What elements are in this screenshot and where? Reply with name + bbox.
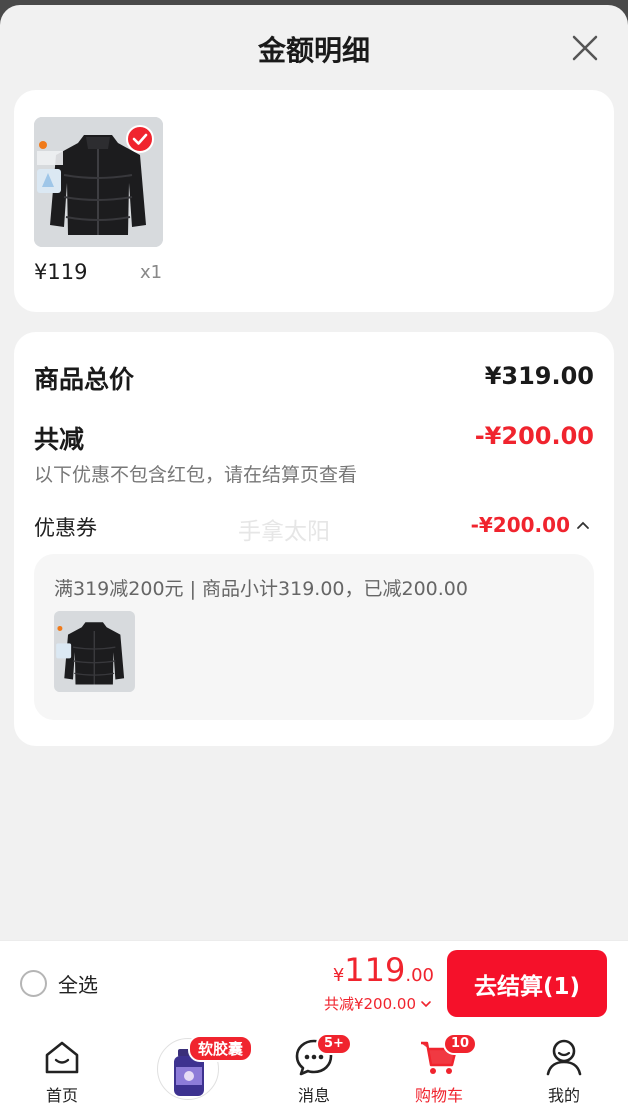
cart-icon: 10 (419, 1033, 478, 1077)
selected-check-icon[interactable] (126, 125, 154, 153)
coupon-toggle[interactable]: -¥200.00 (471, 513, 590, 537)
total-price-value: ¥319.00 (484, 362, 594, 390)
chevron-down-icon (421, 1000, 431, 1007)
checkout-total-price: ¥ 119 .00 (333, 951, 434, 989)
close-icon[interactable] (566, 29, 604, 67)
tab-me-label: 我的 (547, 1086, 580, 1105)
checkout-bar: 全选 ¥ 119 .00 共减¥200.00 去结算(1) (0, 940, 628, 1024)
coupon-value: -¥200.00 (470, 513, 570, 537)
reduce-note: 以下优惠不包含红包，请在结算页查看 (34, 464, 358, 486)
bottom-tab-bar: 首页 软胶囊 5+ 消息 10 购物车 我的 (0, 1024, 628, 1110)
watermark-text: 手拿太阳 (238, 519, 330, 545)
select-all-radio[interactable] (20, 970, 47, 997)
checkout-reduce-toggle[interactable]: 共减¥200.00 (324, 993, 432, 1014)
tab-messages-label: 消息 (297, 1086, 330, 1105)
price-integer: 119 (344, 951, 406, 989)
home-icon (42, 1037, 82, 1077)
total-price-label: 商品总价 (34, 365, 135, 394)
product-image[interactable] (34, 117, 163, 247)
reduce-value: -¥200.00 (474, 422, 594, 450)
price-decimal: .00 (405, 965, 434, 986)
coupon-rule-text: 满319减200元 | 商品小计319.00，已减200.00 (54, 578, 468, 600)
tab-messages[interactable]: 5+ 消息 (264, 1024, 364, 1110)
currency-symbol: ¥ (332, 965, 345, 986)
checkout-button[interactable]: 去结算(1) (447, 950, 607, 1017)
product-price: ¥119 (34, 260, 88, 284)
tab-cart-label: 购物车 (414, 1086, 463, 1105)
select-all-label: 全选 (58, 973, 98, 997)
tab-home[interactable]: 首页 (12, 1024, 112, 1110)
cart-badge: 10 (443, 1033, 478, 1055)
jacket-image (54, 611, 135, 692)
coupon-product-image (54, 611, 135, 692)
tab-cart[interactable]: 10 购物车 (389, 1024, 489, 1110)
reduce-label: 共减 (34, 425, 85, 454)
tab-me[interactable]: 我的 (514, 1024, 614, 1110)
tab-home-label: 首页 (45, 1086, 78, 1105)
chevron-up-icon (577, 521, 589, 529)
product-card: ¥119 x1 (14, 90, 614, 312)
checkout-reduce-text: 共减¥200.00 (323, 995, 416, 1013)
profile-icon (544, 1037, 584, 1077)
coupon-detail-box: 满319减200元 | 商品小计319.00，已减200.00 (34, 554, 594, 720)
product-quantity: x1 (140, 262, 163, 283)
coupon-label: 优惠券 (34, 516, 97, 540)
select-all-toggle[interactable]: 全选 (20, 969, 98, 998)
sheet-title: 金额明细 (257, 34, 370, 67)
amount-detail-sheet: 金额明细 ¥119 x1 商品总价 ¥319.00 共减 -¥200.00 以下… (0, 5, 628, 1110)
messages-badge: 5+ (316, 1033, 352, 1055)
message-icon: 5+ (294, 1033, 352, 1077)
price-detail-card: 商品总价 ¥319.00 共减 -¥200.00 以下优惠不包含红包，请在结算页… (14, 332, 614, 746)
promo-badge: 软胶囊 (188, 1035, 254, 1062)
